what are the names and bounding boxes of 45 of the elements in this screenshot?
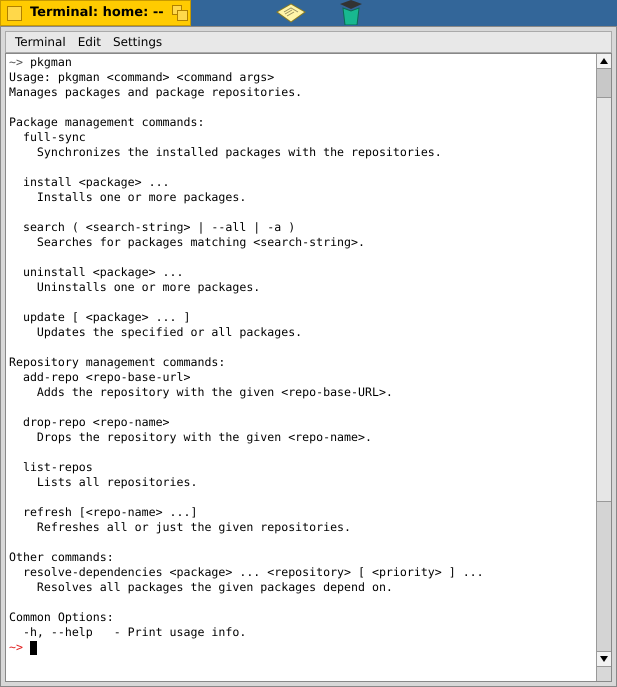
output-line: drop-repo <repo-name> [22,414,170,431]
down-arrow-icon [600,656,608,662]
scroll-bar[interactable] [596,54,611,681]
notepad-icon[interactable] [275,2,307,24]
window-tab[interactable]: Terminal: home: -- [0,0,191,26]
resize-handle[interactable] [597,666,611,681]
output-line: uninstall <package> ... [22,264,184,281]
output-line: Synchronizes the installed packages with the repositories. [36,144,442,161]
menu-item[interactable]: Settings [106,33,168,51]
scroll-thumb[interactable] [597,97,611,502]
output-line: Common Options: [9,608,114,626]
window-title: Terminal: home: -- [30,4,164,22]
output-line: Manages packages and package repositories. [9,84,302,101]
scroll-up-button[interactable] [597,54,611,69]
output-line: Installs one or more packages. [36,188,246,206]
output-line: -h, --help - Print usage info. [22,624,246,641]
up-arrow-icon [600,58,608,64]
prompt-symbol: ~> [9,638,23,656]
output-line: Searches for packages matching <search-string>. [36,234,365,251]
menu-item[interactable]: Terminal [9,33,72,51]
output-line: resolve-dependencies <package> ... <repository> [ <priority> ] ... [22,564,484,581]
output-line: Package management commands: [9,114,204,131]
output-line: list-repos [22,458,93,476]
output-line: Repository management commands: [9,354,226,371]
output-line: Drops the repository with the given <repo-name>. [36,428,372,446]
output-line: update [ <package> ... ] [22,308,190,326]
output-line: install <package> ... [22,174,170,191]
scroll-down-button[interactable] [597,651,611,666]
menu-item[interactable]: Edit [72,33,107,51]
output-line: search ( <search-string> | --all | -a ) [22,218,296,236]
output-line: Lists all repositories. [36,474,198,491]
output-line: add-repo <repo-base-url> [22,368,190,386]
output-line: Refreshes all or just the given repositories. [36,518,352,536]
output-line: Uninstalls one or more packages. [36,278,260,296]
output-line: Resolves all packages the given packages depend on. [36,578,393,596]
output-line: Adds the repository with the given <repo-base-URL>. [36,384,393,401]
output-line: Updates the specified or all packages. [36,324,302,341]
command-text: pkgman [30,54,72,71]
output-line: refresh [<repo-name> ...] [22,504,198,521]
zoom-button[interactable] [172,5,188,21]
output-line: Usage: pkgman <command> <command args> [9,68,274,86]
output-line: Other commands: [9,548,114,566]
output-line: full-sync [22,128,86,146]
prompt-symbol: ~> [9,54,23,71]
close-button[interactable] [7,6,22,20]
